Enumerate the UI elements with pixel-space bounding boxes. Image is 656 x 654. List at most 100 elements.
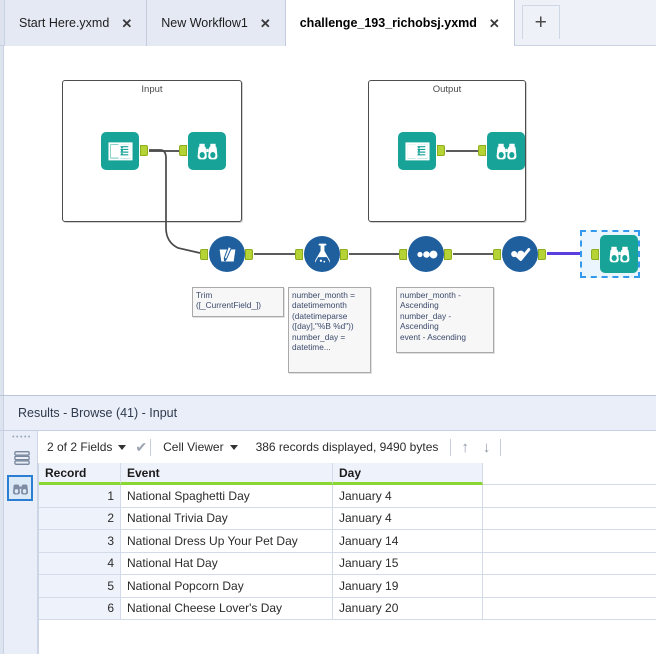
canvas-left-edge [0,46,4,395]
tab-start-here[interactable]: Start Here.yxmd ✕ [5,0,148,46]
tab-label: challenge_193_richobsj.yxmd [299,16,477,30]
data-cleansing-output-port[interactable] [245,249,253,260]
wire-cleansing-to-formula[interactable] [254,253,295,255]
row-filler [483,597,656,620]
tab-new-workflow1[interactable]: New Workflow1 ✕ [147,0,286,46]
sort-input-port[interactable] [399,249,407,260]
results-body: ••••• 2 of 2 Fields ✔ Cell Viewer 386 re… [0,431,656,654]
table-row[interactable]: 2 National Trivia Day January 4 [39,507,656,530]
row-filler [483,485,656,508]
scroll-up-icon[interactable]: ↑ [454,439,476,456]
table-row[interactable]: 5 National Popcorn Day January 19 [39,575,656,598]
cell-event: National Cheese Lover's Day [121,597,333,620]
row-filler [483,552,656,575]
cell-event: National Hat Day [121,552,333,575]
workflow-canvas[interactable]: Input Output Trim ([_CurrentField_]) num… [0,46,656,395]
binoculars-icon [197,143,217,159]
toolbar-divider [150,438,152,456]
wire-formula-to-sort[interactable] [349,253,399,255]
browse-results-icon[interactable] [7,475,33,501]
wire-input-to-browse[interactable] [149,150,179,152]
wire-output-to-browse[interactable] [446,150,478,152]
scroll-down-icon[interactable]: ↓ [476,439,498,456]
results-pane: Results - Browse (41) - Input ••••• 2 of… [0,395,656,654]
record-count: 386 records displayed, 9490 bytes [247,440,448,454]
cell-record: 2 [39,507,121,530]
new-tab-button[interactable]: + [521,5,560,39]
tab-challenge-193[interactable]: challenge_193_richobsj.yxmd ✕ [285,0,515,46]
cell-day: January 4 [333,485,483,508]
cell-event: National Popcorn Day [121,575,333,598]
cell-record: 5 [39,575,121,598]
browse-input-port[interactable] [179,145,187,156]
flask-icon [314,243,330,264]
data-cleansing-input-port[interactable] [200,249,208,260]
annotation-formula: number_month = datetimemonth (datetimepa… [288,287,371,373]
browse-tool-input[interactable] [188,132,226,170]
fields-check-icon[interactable]: ✔ [135,439,147,456]
results-toolbar: 2 of 2 Fields ✔ Cell Viewer 386 records … [38,431,656,463]
cell-record: 4 [39,552,121,575]
select-tool[interactable] [502,236,538,272]
output-text-input-port[interactable] [437,145,445,156]
chevron-down-icon[interactable] [118,444,127,450]
wire-sort-to-select[interactable] [453,253,493,255]
results-grid[interactable]: Record Event Day 1 National Spaghetti Da… [38,463,656,654]
sort-output-port[interactable] [444,249,452,260]
rows-icon [14,451,30,465]
column-header-record[interactable]: Record [39,463,121,485]
drag-grip-icon[interactable]: ••••• [12,434,32,441]
table-row[interactable]: 6 National Cheese Lover's Day January 20 [39,597,656,620]
results-rail-edge [0,431,4,654]
formula-input-port[interactable] [295,249,303,260]
viewer-label: Cell Viewer [163,440,224,454]
close-icon[interactable]: ✕ [118,15,135,32]
column-header-event[interactable]: Event [121,463,333,485]
results-title: Results - Browse (41) - Input [18,406,178,420]
rows-view-icon[interactable] [9,445,35,471]
chevron-down-icon[interactable] [229,444,238,450]
text-input-tool[interactable] [101,132,139,170]
column-header-day[interactable]: Day [333,463,483,485]
final-browse-input-port[interactable] [591,249,599,260]
viewer-selector[interactable]: Cell Viewer [154,440,246,454]
browse-tool-output[interactable] [487,132,525,170]
sort-tool[interactable] [408,236,444,272]
tab-bar: Start Here.yxmd ✕ New Workflow1 ✕ challe… [0,0,656,46]
table-row[interactable]: 3 National Dress Up Your Pet Day January… [39,530,656,553]
tab-label: New Workflow1 [161,16,248,30]
select-output-port[interactable] [538,249,546,260]
cell-record: 6 [39,597,121,620]
binoculars-icon [496,143,516,159]
cell-record: 3 [39,530,121,553]
toolbar-divider-2 [450,438,452,456]
formula-tool[interactable] [304,236,340,272]
output-browse-input-port[interactable] [478,145,486,156]
text-input-tool-output[interactable] [398,132,436,170]
cell-day: January 20 [333,597,483,620]
binoculars-icon [12,484,28,495]
fields-label: 2 of 2 Fields [47,440,113,454]
cell-day: January 15 [333,552,483,575]
text-input-output-port[interactable] [140,145,148,156]
row-filler [483,530,656,553]
results-header: Results - Browse (41) - Input [0,396,656,431]
select-input-port[interactable] [493,249,501,260]
close-icon[interactable]: ✕ [486,15,503,32]
tab-label: Start Here.yxmd [19,16,110,30]
annotation-data-cleansing: Trim ([_CurrentField_]) [192,287,284,317]
header-filler [483,463,656,485]
close-icon[interactable]: ✕ [257,15,274,32]
formula-output-port[interactable] [340,249,348,260]
data-cleansing-tool[interactable] [209,236,245,272]
cell-event: National Trivia Day [121,507,333,530]
fields-selector[interactable]: 2 of 2 Fields [38,440,135,454]
results-rail: ••••• [0,431,38,654]
browse-tool-selected[interactable] [600,235,638,273]
table-row[interactable]: 1 National Spaghetti Day January 4 [39,485,656,508]
row-filler [483,507,656,530]
annotation-sort: number_month - Ascending number_day - As… [396,287,494,353]
cell-day: January 4 [333,507,483,530]
table-row[interactable]: 4 National Hat Day January 15 [39,552,656,575]
cell-record: 1 [39,485,121,508]
